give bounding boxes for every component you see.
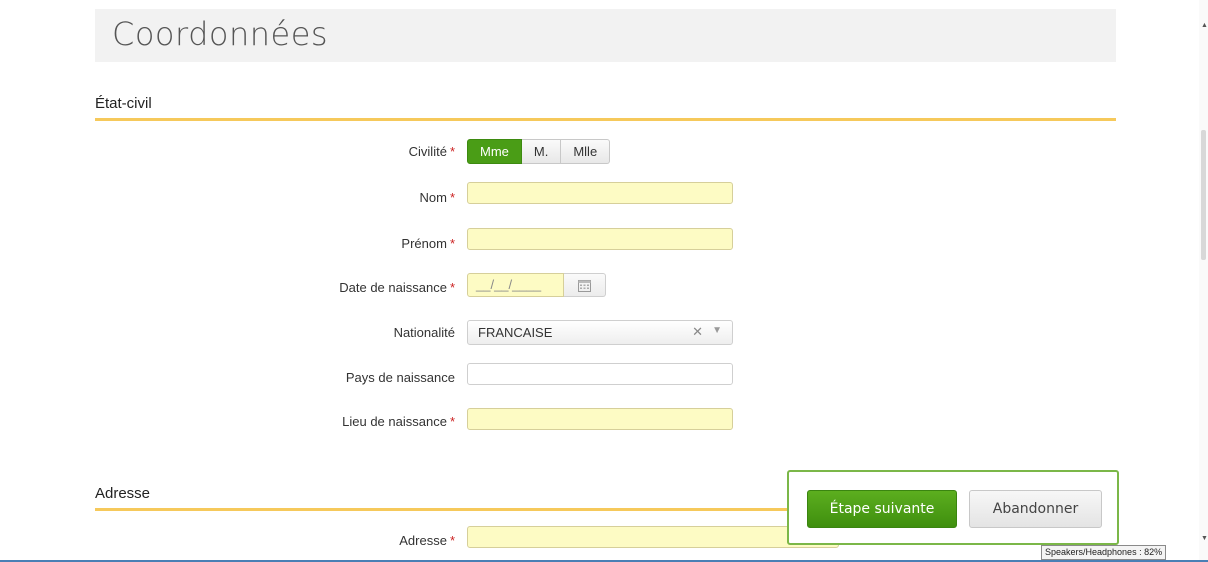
- civilite-option-m[interactable]: M.: [521, 139, 562, 164]
- required-marker: *: [449, 414, 455, 429]
- calendar-icon: [578, 279, 591, 292]
- date-naissance-input[interactable]: __/__/____: [467, 273, 564, 297]
- page-header: Coordonnées: [95, 9, 1116, 62]
- nationalite-value: FRANCAISE: [478, 325, 553, 340]
- prenom-input[interactable]: [467, 228, 733, 250]
- required-marker: *: [449, 144, 455, 159]
- scroll-up-arrow-icon[interactable]: ▲: [1201, 22, 1208, 29]
- required-marker: *: [449, 190, 455, 205]
- civilite-label: Civilité *: [408, 144, 455, 159]
- nom-input[interactable]: [467, 182, 733, 204]
- nom-label: Nom *: [419, 190, 455, 205]
- page-scrollbar[interactable]: ▲ ▼: [1199, 0, 1208, 560]
- close-icon[interactable]: ✕: [692, 324, 703, 340]
- date-naissance-field: __/__/____: [467, 273, 606, 297]
- pays-naissance-input[interactable]: [467, 363, 733, 385]
- required-marker: *: [449, 533, 455, 548]
- date-naissance-label: Date de naissance *: [339, 280, 455, 295]
- required-marker: *: [449, 236, 455, 251]
- prenom-label: Prénom *: [401, 236, 455, 251]
- volume-tooltip: Speakers/Headphones : 82%: [1041, 545, 1167, 560]
- scrollbar-thumb[interactable]: [1201, 130, 1206, 260]
- nationalite-select[interactable]: FRANCAISE ✕ ▼: [467, 320, 733, 345]
- scroll-down-arrow-icon[interactable]: ▼: [1201, 535, 1208, 542]
- cancel-button[interactable]: Abandonner: [969, 490, 1102, 528]
- section-title-etat-civil: État-civil: [95, 95, 152, 112]
- adresse-label: Adresse *: [399, 533, 455, 548]
- chevron-down-icon[interactable]: ▼: [712, 325, 722, 336]
- lieu-naissance-input[interactable]: [467, 408, 733, 430]
- section-divider: [95, 118, 1116, 121]
- required-marker: *: [449, 280, 455, 295]
- page-title: Coordonnées: [112, 15, 329, 53]
- next-step-button[interactable]: Étape suivante: [807, 490, 957, 528]
- lieu-naissance-label: Lieu de naissance *: [342, 414, 455, 429]
- adresse-input[interactable]: [467, 526, 839, 548]
- calendar-button[interactable]: [564, 273, 606, 297]
- nationalite-label: Nationalité: [393, 325, 455, 340]
- pays-naissance-label: Pays de naissance: [345, 370, 455, 385]
- wizard-actions-panel: Étape suivante Abandonner: [787, 470, 1119, 545]
- civilite-option-mlle[interactable]: Mlle: [561, 139, 611, 164]
- section-title-adresse: Adresse: [95, 485, 151, 502]
- civilite-option-mme[interactable]: Mme: [467, 139, 522, 164]
- civilite-toggle-group: Mme M. Mlle: [467, 139, 611, 164]
